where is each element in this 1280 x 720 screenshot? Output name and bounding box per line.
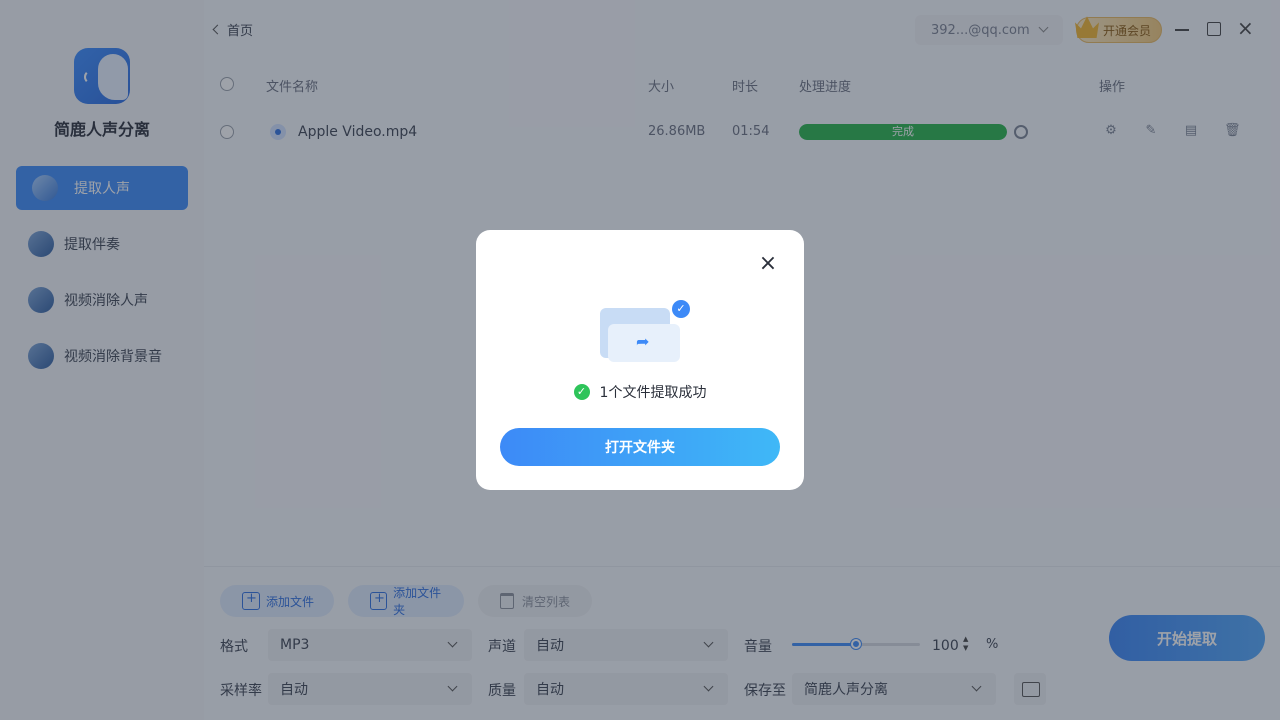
open-folder-button[interactable]: 打开文件夹	[500, 428, 780, 466]
success-message: ✓ 1个文件提取成功	[476, 382, 804, 402]
success-text: 1个文件提取成功	[599, 385, 707, 401]
check-badge-icon: ✓	[672, 300, 690, 318]
success-dialog: × ➦ ✓ ✓ 1个文件提取成功 打开文件夹	[476, 230, 804, 490]
close-icon[interactable]: ×	[758, 253, 778, 275]
folder-illustration: ➦ ✓	[598, 300, 690, 362]
success-check-icon: ✓	[573, 384, 590, 400]
share-arrow-icon: ➦	[636, 332, 650, 351]
